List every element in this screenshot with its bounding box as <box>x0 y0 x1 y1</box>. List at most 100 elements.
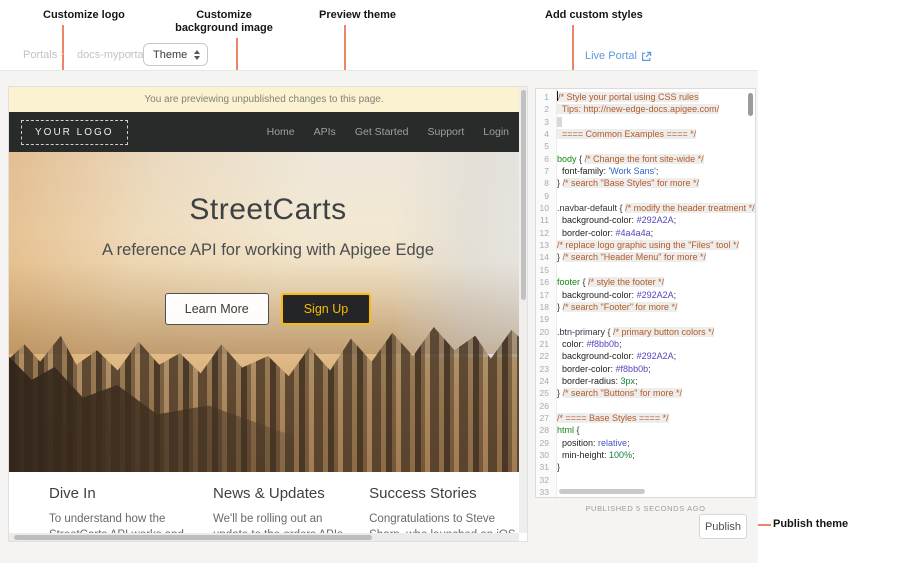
code-line[interactable]: 1/* Style your portal using CSS rules <box>536 91 755 103</box>
code-line[interactable]: 10.navbar-default { /* modify the header… <box>536 202 755 214</box>
line-number: 27 <box>536 412 553 424</box>
portal-preview-pane: You are previewing unpublished changes t… <box>8 86 528 542</box>
preview-horizontal-scrollbar[interactable] <box>9 533 519 541</box>
breadcrumb-portals[interactable]: Portals <box>23 49 57 61</box>
line-number: 28 <box>536 424 553 436</box>
css-code-editor[interactable]: 1/* Style your portal using CSS rules2 T… <box>535 88 756 498</box>
code-line[interactable]: 13/* replace logo graphic using the "Fil… <box>536 239 755 251</box>
code-line[interactable]: 5 <box>536 140 755 152</box>
page: Customize logo Customize background imag… <box>0 0 900 584</box>
line-number: 32 <box>536 474 553 486</box>
annotation-preview-theme: Preview theme <box>319 9 396 22</box>
line-number: 4 <box>536 128 553 140</box>
line-number: 16 <box>536 276 553 288</box>
column-title: Success Stories <box>369 485 527 502</box>
column-title: Dive In <box>49 485 197 502</box>
theme-select-value: Theme <box>153 49 187 61</box>
nav-link-apis[interactable]: APIs <box>314 126 336 138</box>
line-number: 22 <box>536 350 553 362</box>
editor-vertical-scrollbar-thumb[interactable] <box>748 93 753 116</box>
hero-title: StreetCarts <box>9 192 527 228</box>
line-number: 26 <box>536 400 553 412</box>
code-line[interactable]: 32 <box>536 474 755 486</box>
code-line[interactable]: 12 border-color: #4a4a4a; <box>536 227 755 239</box>
code-line[interactable]: 25} /* search "Buttons" for more */ <box>536 387 755 399</box>
code-line[interactable]: 22 background-color: #292A2A; <box>536 350 755 362</box>
learn-more-button[interactable]: Learn More <box>165 293 269 325</box>
line-number: 1 <box>536 91 553 103</box>
code-line[interactable]: 9 <box>536 190 755 202</box>
line-number: 9 <box>536 190 553 202</box>
live-portal-link[interactable]: Live Portal <box>585 50 652 62</box>
code-line[interactable]: 24 border-radius: 3px; <box>536 375 755 387</box>
code-line[interactable]: 4 ==== Common Examples ==== */ <box>536 128 755 140</box>
code-line[interactable]: 15 <box>536 264 755 276</box>
code-line[interactable]: 8} /* search "Base Styles" for more */ <box>536 177 755 189</box>
nav-link-login[interactable]: Login <box>483 126 509 138</box>
annotation-customize-logo: Customize logo <box>43 9 125 22</box>
line-number: 19 <box>536 313 553 325</box>
code-line[interactable]: 27/* ==== Base Styles ==== */ <box>536 412 755 424</box>
scrollbar-thumb[interactable] <box>14 535 372 540</box>
code-line[interactable]: 11 background-color: #292A2A; <box>536 214 755 226</box>
code-line[interactable]: 18} /* search "Footer" for more */ <box>536 301 755 313</box>
annotation-customize-background: Customize background image <box>172 9 276 35</box>
line-number: 31 <box>536 461 553 473</box>
code-line[interactable]: 29 position: relative; <box>536 437 755 449</box>
line-number: 10 <box>536 202 553 214</box>
breadcrumb-separator: › <box>60 48 64 60</box>
line-number: 11 <box>536 214 553 226</box>
column-title: News & Updates <box>213 485 353 502</box>
preview-columns: Dive InTo understand how the StreetCarts… <box>9 472 527 542</box>
code-lines[interactable]: 1/* Style your portal using CSS rules2 T… <box>536 89 755 498</box>
theme-editor-panel: You are previewing unpublished changes t… <box>0 70 758 563</box>
code-line[interactable]: 16footer { /* style the footer */ <box>536 276 755 288</box>
nav-link-support[interactable]: Support <box>428 126 465 138</box>
code-line[interactable]: 31} <box>536 461 755 473</box>
live-portal-label: Live Portal <box>585 50 637 62</box>
unpublished-changes-banner: You are previewing unpublished changes t… <box>9 87 527 112</box>
line-number: 8 <box>536 177 553 189</box>
line-number: 6 <box>536 153 553 165</box>
theme-page-select[interactable]: Theme <box>143 43 208 66</box>
published-status: PUBLISHED 5 SECONDS AGO <box>535 504 756 513</box>
line-number: 7 <box>536 165 553 177</box>
code-line[interactable]: 6body { /* Change the font site-wide */ <box>536 153 755 165</box>
line-number: 30 <box>536 449 553 461</box>
code-line[interactable]: 30 min-height: 100%; <box>536 449 755 461</box>
line-number: 20 <box>536 326 553 338</box>
line-number: 13 <box>536 239 553 251</box>
line-number: 18 <box>536 301 553 313</box>
annotation-publish-theme: Publish theme <box>773 518 848 531</box>
code-line[interactable]: 21 color: #f8bb0b; <box>536 338 755 350</box>
sign-up-button[interactable]: Sign Up <box>281 293 371 325</box>
portal-logo-placeholder[interactable]: YOUR LOGO <box>21 120 128 145</box>
code-line[interactable]: 20.btn-primary { /* primary button color… <box>536 326 755 338</box>
publish-button[interactable]: Publish <box>699 514 747 539</box>
code-line[interactable]: 7 font-family: 'Work Sans'; <box>536 165 755 177</box>
code-line[interactable]: 2 Tips: http://new-edge-docs.apigee.com/ <box>536 103 755 115</box>
line-number: 25 <box>536 387 553 399</box>
code-line[interactable]: 17 background-color: #292A2A; <box>536 289 755 301</box>
code-line[interactable]: 14} /* search "Header Menu" for more */ <box>536 251 755 263</box>
code-line[interactable]: 26 <box>536 400 755 412</box>
breadcrumb-portal-name[interactable]: docs-myportal <box>77 49 146 61</box>
line-number: 5 <box>536 140 553 152</box>
line-number: 17 <box>536 289 553 301</box>
select-updown-icon <box>194 50 200 60</box>
annotation-add-custom-styles: Add custom styles <box>545 9 643 22</box>
line-number: 14 <box>536 251 553 263</box>
line-number: 29 <box>536 437 553 449</box>
nav-link-home[interactable]: Home <box>267 126 295 138</box>
editor-horizontal-scrollbar-thumb[interactable] <box>559 489 645 494</box>
code-line[interactable]: 3 <box>536 116 755 128</box>
code-line[interactable]: 23 border-color: #f8bb0b; <box>536 363 755 375</box>
nav-link-get-started[interactable]: Get Started <box>355 126 409 138</box>
portal-navbar: YOUR LOGO Home APIs Get Started Support Logi… <box>9 112 527 152</box>
line-number: 12 <box>536 227 553 239</box>
line-number: 21 <box>536 338 553 350</box>
code-line[interactable]: 19 <box>536 313 755 325</box>
line-number: 3 <box>536 116 553 128</box>
line-number: 2 <box>536 103 553 115</box>
code-line[interactable]: 28html { <box>536 424 755 436</box>
